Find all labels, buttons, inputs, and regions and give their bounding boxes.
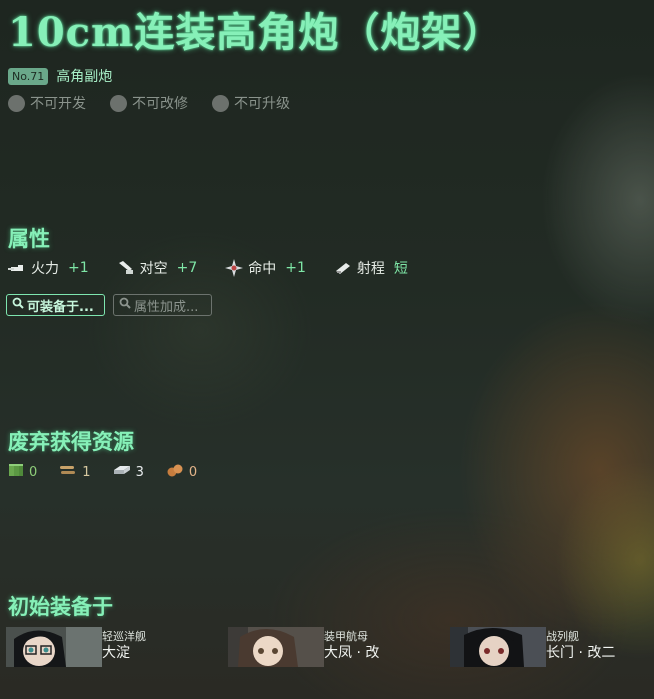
ship-info: 战列舰 长门 · 改二 bbox=[546, 630, 615, 662]
stat-value: +7 bbox=[176, 260, 198, 276]
flag-improve: 不可改修 bbox=[110, 93, 188, 113]
ship-card-taiho[interactable]: 装甲航母 大凤 · 改 bbox=[228, 627, 450, 667]
stats-section-title: 属性 bbox=[8, 226, 50, 251]
stat-firepower: 火力 +1 bbox=[8, 258, 89, 278]
ship-class: 轻巡洋舰 bbox=[102, 630, 146, 643]
equipment-number-badge: No.71 bbox=[8, 67, 49, 85]
ammo-icon bbox=[59, 464, 77, 480]
status-dot-icon bbox=[8, 94, 25, 112]
resource-steel: 3 bbox=[113, 464, 144, 480]
stat-accuracy: 命中 +1 bbox=[225, 258, 306, 278]
stat-value: +1 bbox=[68, 260, 89, 276]
search-icon bbox=[12, 297, 24, 313]
resource-value: 0 bbox=[29, 464, 38, 480]
stats-list: 火力 +1 对空 +7 命中 +1 射程 短 bbox=[8, 258, 436, 278]
accuracy-icon bbox=[225, 259, 244, 277]
availability-flags: 不可开发 不可改修 不可升级 bbox=[8, 93, 290, 113]
scrap-section-title: 废弃获得资源 bbox=[8, 429, 134, 454]
stat-bonus-button[interactable]: 属性加成... bbox=[113, 294, 212, 316]
stat-label: 射程 bbox=[356, 261, 385, 277]
ship-name: 长门 · 改二 bbox=[546, 645, 616, 661]
range-icon bbox=[334, 261, 352, 275]
ship-info: 装甲航母 大凤 · 改 bbox=[324, 630, 379, 662]
ship-card-nagato[interactable]: 战列舰 长门 · 改二 bbox=[450, 627, 654, 667]
flag-upgrade: 不可升级 bbox=[212, 93, 290, 113]
initial-equipped-section-title: 初始装备于 bbox=[8, 594, 113, 619]
status-dot-icon bbox=[110, 94, 127, 112]
equippable-ships-button[interactable]: 可装备于... bbox=[6, 294, 105, 316]
firepower-icon bbox=[8, 262, 26, 274]
ship-name: 大凤 · 改 bbox=[324, 645, 380, 661]
resource-fuel: 0 bbox=[8, 463, 37, 481]
flag-label: 不可升级 bbox=[234, 96, 290, 112]
resource-value: 1 bbox=[82, 464, 91, 480]
equipment-name: 10cm连装高角炮（炮架） bbox=[8, 9, 504, 56]
resource-value: 0 bbox=[188, 464, 198, 480]
action-buttons: 可装备于... 属性加成... bbox=[6, 294, 212, 316]
ship-name: 大淀 bbox=[102, 645, 130, 661]
anti-air-icon bbox=[117, 260, 135, 276]
fuel-icon bbox=[8, 463, 24, 481]
ship-portrait bbox=[228, 627, 324, 667]
ship-info: 轻巡洋舰 大淀 bbox=[102, 630, 146, 662]
button-label: 属性加成... bbox=[134, 299, 199, 315]
status-dot-icon bbox=[212, 94, 229, 112]
equipment-meta: No.71 高角副炮 bbox=[8, 66, 112, 86]
stat-label: 命中 bbox=[248, 261, 277, 277]
resource-ammo: 1 bbox=[59, 464, 91, 480]
resource-value: 3 bbox=[135, 464, 144, 480]
ship-class: 装甲航母 bbox=[324, 630, 368, 643]
stat-label: 火力 bbox=[31, 261, 59, 277]
scrap-resources: 0 1 3 0 bbox=[8, 463, 219, 481]
stat-label: 对空 bbox=[139, 261, 168, 277]
ship-portrait bbox=[450, 627, 546, 667]
initial-ship-list: 轻巡洋舰 大淀 装甲航母 大凤 · 改 战列舰 长门 · 改二 bbox=[6, 627, 654, 667]
flag-develop: 不可开发 bbox=[8, 93, 86, 113]
search-icon bbox=[119, 297, 131, 313]
button-label: 可装备于... bbox=[27, 299, 94, 315]
equipment-type: 高角副炮 bbox=[56, 69, 113, 85]
ship-class: 战列舰 bbox=[546, 630, 579, 643]
steel-icon bbox=[113, 464, 131, 480]
stat-value: +1 bbox=[285, 260, 306, 276]
flag-label: 不可开发 bbox=[30, 96, 86, 112]
stat-value: 短 bbox=[393, 261, 408, 277]
stat-range: 射程 短 bbox=[334, 258, 408, 278]
ship-card-oyodo[interactable]: 轻巡洋舰 大淀 bbox=[6, 627, 228, 667]
stat-anti-air: 对空 +7 bbox=[117, 258, 198, 278]
resource-bauxite: 0 bbox=[166, 463, 197, 481]
ship-portrait bbox=[6, 627, 102, 667]
flag-label: 不可改修 bbox=[132, 96, 188, 112]
bauxite-icon bbox=[166, 463, 184, 481]
